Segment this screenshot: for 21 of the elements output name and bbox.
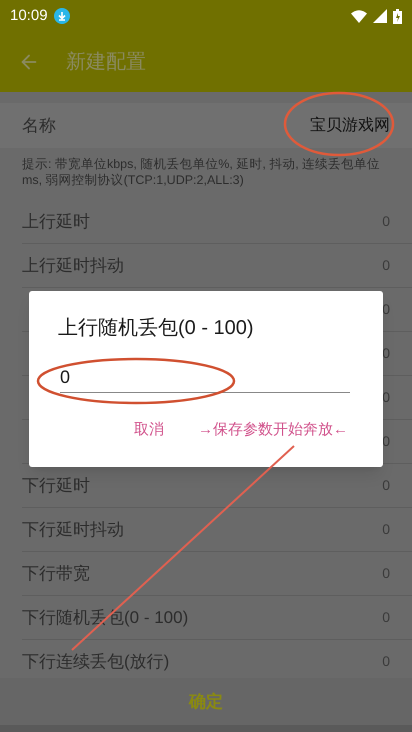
setting-label: 下行带宽	[22, 562, 90, 585]
wifi-icon	[351, 10, 367, 22]
hint-text: 提示: 带宽单位kbps, 随机丢包单位%, 延时, 抖动, 连续丢包单位ms, 弱网控制协议(TCP:1,UDP:2,ALL:3)	[21, 156, 382, 189]
confirm-button[interactable]: 确定	[0, 678, 412, 725]
battery-icon	[393, 8, 402, 24]
value-input[interactable]: 0	[60, 363, 350, 393]
download-icon	[54, 8, 70, 24]
save-button[interactable]: →保存参数开始奔放←	[198, 419, 348, 442]
setting-label: 下行连续丢包(放行)	[22, 650, 170, 673]
app-bar-title: 新建配置	[66, 50, 146, 75]
status-time: 10:09	[10, 6, 48, 26]
setting-label: 上行延时	[22, 210, 90, 233]
cancel-button[interactable]: 取消	[134, 419, 164, 442]
setting-label: 上行延时抖动	[22, 254, 124, 277]
name-row[interactable]: 名称 宝贝游戏网	[0, 103, 412, 148]
setting-label: 下行延时	[22, 474, 90, 497]
name-label: 名称	[22, 114, 56, 137]
name-value: 宝贝游戏网	[310, 116, 390, 136]
dialog-title: 上行随机丢包(0 - 100)	[58, 316, 255, 341]
signal-icon	[373, 9, 387, 23]
setting-label: 下行延时抖动	[22, 518, 124, 541]
